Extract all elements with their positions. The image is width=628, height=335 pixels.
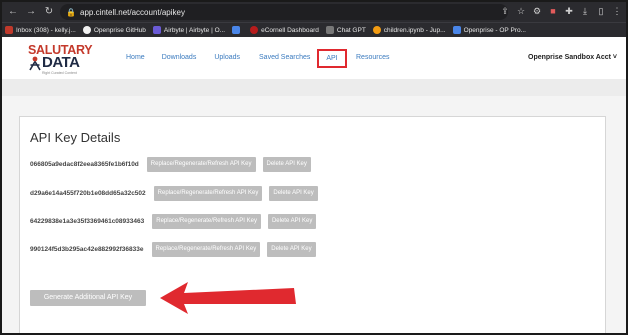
- api-key-card: API Key Details 066805a9edac8f2eea8365fe…: [19, 116, 606, 333]
- lock-icon: 🔒: [66, 7, 76, 17]
- nav-api-highlight[interactable]: API: [317, 49, 347, 68]
- download-icon[interactable]: ⤓: [580, 5, 590, 17]
- screenshot-frame: ← → ↻ 🔒 app.cintell.net/account/apikey ⇪…: [0, 0, 628, 335]
- replace-key-button[interactable]: Replace/Regenerate/Refresh API Key: [146, 157, 256, 172]
- bookmark-item[interactable]: [232, 26, 243, 34]
- logo-tagline: Right Curated Content: [42, 71, 77, 75]
- logo-figure-icon: [29, 56, 41, 71]
- api-key-value: d29a6e14a455f720b1e08dd65a32c502: [30, 190, 146, 197]
- bookmark-item[interactable]: Inbox (308) - kelly.j...: [5, 26, 76, 34]
- ecornell-icon: [250, 26, 259, 34]
- menu-icon[interactable]: ⋮: [612, 5, 622, 17]
- nav-api[interactable]: API: [326, 55, 337, 62]
- toolbar-icons: ⇪ ☆ ⚙ ■ ✚ ⤓ ▯ ⋮: [500, 5, 622, 17]
- settings-icon[interactable]: ⚙: [532, 5, 542, 17]
- url-text: app.cintell.net/account/apikey: [80, 7, 185, 17]
- api-key-value: 64229838e1a3e35f3369461c08933463: [30, 218, 145, 225]
- reload-icon[interactable]: ↻: [42, 5, 56, 19]
- airbyte-icon: [152, 26, 161, 34]
- browser-toolbar: ← → ↻ 🔒 app.cintell.net/account/apikey ⇪…: [2, 2, 626, 22]
- replace-key-button[interactable]: Replace/Regenerate/Refresh API Key: [153, 186, 263, 201]
- nav-resources[interactable]: Resources: [356, 54, 389, 61]
- sidepanel-icon[interactable]: ▯: [596, 5, 606, 17]
- bookmark-item[interactable]: Openprise - OP Pro...: [452, 26, 526, 34]
- bookmark-item[interactable]: eCornell Dashboard: [250, 26, 319, 34]
- extension-icon[interactable]: ■: [548, 5, 558, 17]
- api-key-value: 066805a9edac8f2eea8365fe1b6f10d: [30, 161, 139, 168]
- red-arrow-annotation: [160, 282, 296, 314]
- nav-downloads[interactable]: Downloads: [162, 54, 197, 61]
- github-icon: [82, 26, 91, 34]
- api-key-row: 64229838e1a3e35f3369461c08933463 Replace…: [30, 214, 317, 229]
- delete-key-button[interactable]: Delete API Key: [267, 214, 317, 229]
- puzzle-icon[interactable]: ✚: [564, 5, 574, 17]
- account-menu[interactable]: Openprise Sandbox Acct ˅: [528, 54, 617, 61]
- page-title: API Key Details: [30, 130, 121, 145]
- forward-icon[interactable]: →: [24, 5, 38, 19]
- bookmark-item[interactable]: Airbyte | Airbyte | O...: [152, 26, 225, 34]
- api-key-value: 990124f5d3b295ac42e882992f36833e: [30, 246, 144, 253]
- bookmark-item[interactable]: Chat GPT: [325, 26, 366, 34]
- header-divider-band: [2, 79, 626, 96]
- main-nav: Home Downloads Uploads Saved Searches: [126, 54, 310, 61]
- delete-key-button[interactable]: Delete API Key: [262, 157, 311, 172]
- address-bar[interactable]: 🔒 app.cintell.net/account/apikey: [60, 4, 508, 20]
- generate-api-key-button[interactable]: Generate Additional API Key: [30, 290, 146, 306]
- salutary-data-logo[interactable]: SALUTARY DATA Right Curated Content: [28, 44, 93, 76]
- bookmarks-bar: Inbox (308) - kelly.j... Openprise GitHu…: [2, 22, 626, 37]
- replace-key-button[interactable]: Replace/Regenerate/Refresh API Key: [152, 214, 261, 229]
- logo-line2: DATA: [42, 54, 80, 71]
- openprise-icon: [452, 26, 461, 34]
- api-key-row: d29a6e14a455f720b1e08dd65a32c502 Replace…: [30, 186, 318, 201]
- nav-uploads[interactable]: Uploads: [214, 54, 240, 61]
- nav-saved-searches[interactable]: Saved Searches: [259, 54, 310, 61]
- bookmark-item[interactable]: children.ipynb - Jup...: [372, 26, 446, 34]
- back-icon[interactable]: ←: [6, 5, 20, 19]
- delete-key-button[interactable]: Delete API Key: [267, 242, 316, 257]
- api-key-row: 066805a9edac8f2eea8365fe1b6f10d Replace/…: [30, 157, 311, 172]
- doc-icon: [232, 26, 241, 34]
- bookmark-item[interactable]: Openprise GitHub: [82, 26, 146, 34]
- bookmark-icon: [5, 26, 13, 34]
- replace-key-button[interactable]: Replace/Regenerate/Refresh API Key: [151, 242, 261, 257]
- nav-home[interactable]: Home: [126, 54, 145, 61]
- delete-key-button[interactable]: Delete API Key: [269, 186, 318, 201]
- share-icon[interactable]: ⇪: [500, 5, 510, 17]
- chatgpt-icon: [325, 26, 334, 34]
- star-icon[interactable]: ☆: [516, 5, 526, 17]
- api-key-row: 990124f5d3b295ac42e882992f36833e Replace…: [30, 242, 316, 257]
- site-header: SALUTARY DATA Right Curated Content Home…: [2, 37, 626, 79]
- main-area: API Key Details 066805a9edac8f2eea8365fe…: [2, 96, 626, 333]
- jupyter-icon: [372, 26, 381, 34]
